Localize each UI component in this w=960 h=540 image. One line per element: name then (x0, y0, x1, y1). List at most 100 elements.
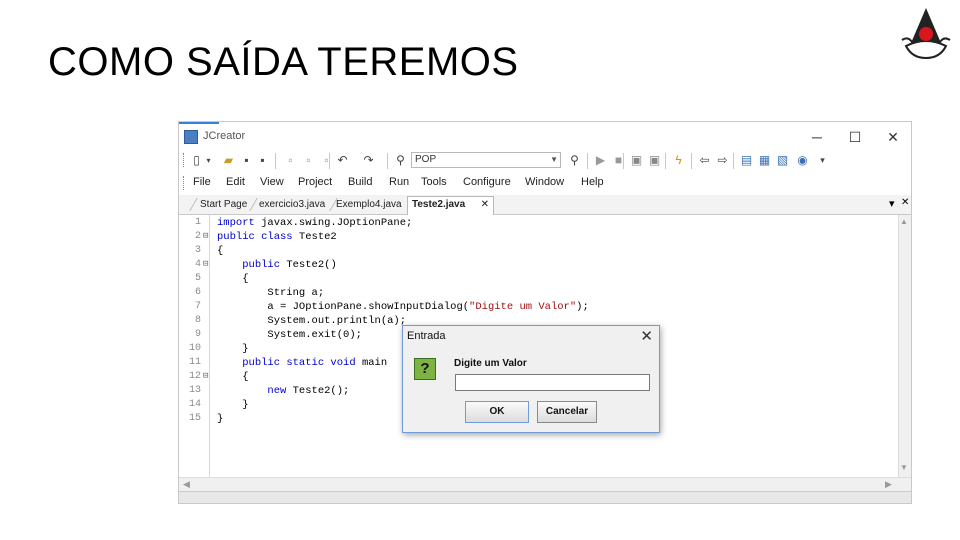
paste-icon[interactable]: ▫ (319, 153, 334, 168)
tab-exemplo4[interactable]: Exemplo4.java (332, 197, 406, 213)
dialog-body: ? Digite um Valor OK Cancelar (404, 348, 658, 432)
window-title: JCreator (203, 130, 246, 142)
search-combo-value: POP (415, 154, 437, 165)
help-icon[interactable]: ◉ (795, 153, 810, 168)
code-line-7: a = JOptionPane.showInputDialog("Digite … (217, 301, 589, 313)
undo-icon[interactable]: ↶ (335, 153, 350, 168)
code-line-6: String a; (217, 287, 325, 299)
code-line-11: public static void main (242, 357, 388, 369)
save-all-icon[interactable]: ▪ (255, 153, 270, 168)
lightning-icon[interactable]: ϟ (671, 153, 686, 168)
menu-configure[interactable]: Configure (463, 176, 511, 188)
close-button[interactable]: ✕ (879, 126, 907, 148)
menu-build[interactable]: Build (348, 176, 372, 188)
code-line-3: { (217, 245, 224, 257)
line-number: 14 (188, 399, 201, 410)
code-line-4: public Teste2() (242, 259, 337, 271)
build-icon[interactable]: ▣ (629, 153, 644, 168)
menu-view[interactable]: View (260, 176, 284, 188)
fold-marker-icon[interactable]: ⊟ (203, 259, 208, 269)
code-line-5: { (217, 273, 249, 285)
title-bar: JCreator ─ ☐ ✕ (179, 124, 911, 150)
copy-icon[interactable]: ▫ (301, 153, 316, 168)
tab-start-page[interactable]: Start Page (196, 197, 251, 213)
scroll-left-icon[interactable]: ◀ (183, 479, 190, 490)
cut-icon[interactable]: ▫ (283, 153, 298, 168)
cascade-icon[interactable]: ▧ (775, 153, 790, 168)
line-number: 5 (194, 273, 201, 284)
code-line-13: new Teste2(); (267, 385, 350, 397)
run-icon[interactable]: ▶ (593, 153, 608, 168)
find-in-files-icon[interactable]: ⚲ (567, 153, 582, 168)
back-arrow-icon[interactable]: ⇦ (697, 153, 712, 168)
tile-icon[interactable]: ▦ (757, 153, 772, 168)
tab-close-icon[interactable]: ✕ (481, 197, 489, 213)
code-line-2: public class Teste2 (217, 231, 337, 243)
dialog-title: Entrada (407, 330, 446, 342)
slide-title: COMO SAÍDA TEREMOS (48, 40, 519, 84)
line-number-gutter: 1 2 3 4 5 6 7 8 9 10 11 12 13 14 15 ⊟ ⊟ … (179, 215, 210, 477)
search-combo[interactable]: POP ▼ (411, 152, 561, 168)
line-number: 10 (188, 343, 201, 354)
menu-file[interactable]: File (193, 176, 211, 188)
compile-icon[interactable]: ▣ (647, 153, 662, 168)
jcreator-window: JCreator ─ ☐ ✕ ▯ ▾ ▰ ▪ ▪ ▫ ▫ ▫ ↶ ↷ ⚲ POP… (178, 121, 912, 504)
maximize-button[interactable]: ☐ (841, 126, 869, 148)
line-number: 9 (194, 329, 201, 340)
scroll-up-icon[interactable]: ▲ (900, 217, 908, 226)
forward-arrow-icon[interactable]: ⇨ (715, 153, 730, 168)
code-line-15: } (217, 413, 224, 425)
line-number: 7 (194, 301, 201, 312)
line-number: 4 (194, 259, 201, 270)
line-number: 13 (188, 385, 201, 396)
minimize-button[interactable]: ─ (803, 126, 831, 148)
line-number: 2 (194, 231, 201, 242)
menu-run[interactable]: Run (389, 176, 409, 188)
menu-project[interactable]: Project (298, 176, 332, 188)
code-line-10: } (217, 343, 249, 355)
tab-teste2[interactable]: Teste2.java ✕ (407, 196, 494, 215)
ok-button[interactable]: OK (465, 401, 529, 423)
code-line-14: } (217, 399, 249, 411)
value-input[interactable] (455, 374, 650, 391)
fold-marker-icon[interactable]: ⊟ (203, 231, 208, 241)
question-icon: ? (414, 358, 436, 380)
line-number: 1 (194, 217, 201, 228)
save-icon[interactable]: ▪ (239, 153, 254, 168)
chevron-down-icon: ▼ (550, 155, 558, 164)
window-icon[interactable]: ▤ (739, 153, 754, 168)
scroll-down-icon[interactable]: ▼ (900, 463, 908, 472)
jcreator-app-icon (184, 130, 198, 144)
open-folder-icon[interactable]: ▰ (221, 153, 236, 168)
tab-teste2-label: Teste2.java (412, 199, 466, 210)
menu-tools[interactable]: Tools (421, 176, 447, 188)
redo-icon[interactable]: ↷ (361, 153, 376, 168)
line-number: 12 (188, 371, 201, 382)
code-line-1: import javax.swing.JOptionPane; (217, 217, 413, 229)
line-number: 15 (188, 413, 201, 424)
status-bar (179, 491, 911, 503)
dialog-close-button[interactable]: ✕ (640, 328, 653, 346)
toolbar: ▯ ▾ ▰ ▪ ▪ ▫ ▫ ▫ ↶ ↷ ⚲ POP ▼ ⚲ ▶ ■ ▣ ▣ ϟ … (179, 150, 911, 172)
fold-marker-icon[interactable]: ⊟ (203, 371, 208, 381)
line-number: 11 (188, 357, 201, 368)
dropdown-arrow-icon[interactable]: ▾ (201, 153, 216, 168)
input-dialog: Entrada ✕ ? Digite um Valor OK Cancelar (402, 325, 660, 433)
menu-help[interactable]: Help (581, 176, 604, 188)
line-number: 8 (194, 315, 201, 326)
toolbar-overflow-icon[interactable]: ▾ (815, 153, 830, 168)
menu-bar: File Edit View Project Build Run Tools C… (179, 173, 911, 193)
cancel-button[interactable]: Cancelar (537, 401, 597, 423)
find-icon[interactable]: ⚲ (393, 153, 408, 168)
line-number: 3 (194, 245, 201, 256)
menu-window[interactable]: Window (525, 176, 564, 188)
line-number: 6 (194, 287, 201, 298)
menu-edit[interactable]: Edit (226, 176, 245, 188)
tab-exercicio3[interactable]: exercicio3.java (255, 197, 329, 213)
vertical-scrollbar[interactable]: ▲ ▼ (898, 215, 911, 477)
scroll-right-icon[interactable]: ▶ (885, 479, 892, 490)
editor-tab-bar: Start Page exercicio3.java Exemplo4.java… (179, 195, 911, 215)
horizontal-scrollbar[interactable]: ◀ ▶ (179, 477, 911, 491)
tab-list-dropdown-icon[interactable]: ▾ (889, 197, 895, 210)
close-all-tabs-icon[interactable]: ✕ (901, 197, 909, 208)
